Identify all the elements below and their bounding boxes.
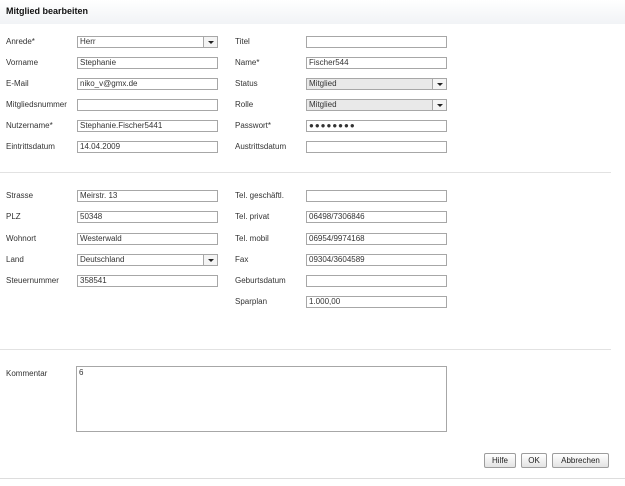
section-divider — [0, 349, 611, 350]
label-land: Land — [6, 255, 24, 264]
footer-divider — [0, 478, 625, 479]
strasse-field[interactable]: Meirstr. 13 — [77, 190, 218, 202]
chevron-down-icon[interactable] — [432, 100, 446, 110]
tel-mobil-field[interactable]: 06954/9974168 — [306, 233, 447, 245]
land-value: Deutschland — [80, 255, 125, 264]
label-strasse: Strasse — [6, 191, 34, 200]
label-kommentar: Kommentar — [6, 369, 48, 378]
label-email: E-Mail — [6, 79, 29, 88]
tel-geschaeftl-field[interactable] — [306, 190, 447, 202]
label-name: Name* — [235, 58, 260, 67]
chevron-down-icon[interactable] — [432, 79, 446, 89]
label-sparplan: Sparplan — [235, 297, 268, 306]
steuernummer-field[interactable]: 358541 — [77, 275, 218, 287]
label-vorname: Vorname — [6, 58, 39, 67]
email-field[interactable]: niko_v@gmx.de — [77, 78, 218, 90]
land-select[interactable]: Deutschland — [77, 254, 218, 266]
label-titel: Titel — [235, 37, 250, 46]
anrede-value: Herr — [80, 37, 96, 46]
geburtsdatum-field[interactable] — [306, 275, 447, 287]
label-nutzername: Nutzername* — [6, 121, 53, 130]
help-button[interactable]: Hilfe — [484, 453, 516, 468]
status-select[interactable]: Mitglied — [306, 78, 447, 90]
label-plz: PLZ — [6, 212, 21, 221]
section-divider — [0, 172, 611, 173]
fax-field[interactable]: 09304/3604589 — [306, 254, 447, 266]
vorname-field[interactable]: Stephanie — [77, 57, 218, 69]
label-anrede: Anrede* — [6, 37, 35, 46]
label-passwort: Passwort* — [235, 121, 272, 130]
label-tel-privat: Tel. privat — [235, 212, 270, 221]
chevron-down-icon[interactable] — [203, 37, 217, 47]
eintrittsdatum-field[interactable]: 14.04.2009 — [77, 141, 218, 153]
ok-button[interactable]: OK — [521, 453, 547, 468]
label-austrittsdatum: Austrittsdatum — [235, 142, 287, 151]
label-geburtsdatum: Geburtsdatum — [235, 276, 286, 285]
name-field[interactable]: Fischer544 — [306, 57, 447, 69]
cancel-button[interactable]: Abbrechen — [552, 453, 609, 468]
label-steuernummer: Steuernummer — [6, 276, 59, 285]
passwort-field[interactable]: ●●●●●●●● — [306, 120, 447, 132]
rolle-select[interactable]: Mitglied — [306, 99, 447, 111]
label-fax: Fax — [235, 255, 249, 264]
tel-privat-field[interactable]: 06498/7306846 — [306, 211, 447, 223]
rolle-value: Mitglied — [309, 100, 337, 109]
chevron-down-icon[interactable] — [203, 255, 217, 265]
titel-field[interactable] — [306, 36, 447, 48]
dialog-header: Mitglied bearbeiten — [0, 0, 625, 24]
wohnort-field[interactable]: Westerwald — [77, 233, 218, 245]
austrittsdatum-field[interactable] — [306, 141, 447, 153]
label-tel-geschaeftl: Tel. geschäftl. — [235, 191, 284, 200]
dialog-title: Mitglied bearbeiten — [6, 6, 89, 16]
label-mitgliedsnummer: Mitgliedsnummer — [6, 100, 67, 109]
sparplan-field[interactable]: 1.000,00 — [306, 296, 447, 308]
anrede-select[interactable]: Herr — [77, 36, 218, 48]
status-value: Mitglied — [309, 79, 337, 88]
label-tel-mobil: Tel. mobil — [235, 234, 269, 243]
nutzername-field[interactable]: Stephanie.Fischer5441 — [77, 120, 218, 132]
plz-field[interactable]: 50348 — [77, 211, 218, 223]
kommentar-textarea[interactable]: 6 — [76, 366, 447, 432]
label-wohnort: Wohnort — [6, 234, 37, 243]
label-eintrittsdatum: Eintrittsdatum — [6, 142, 55, 151]
label-status: Status — [235, 79, 258, 88]
label-rolle: Rolle — [235, 100, 254, 109]
mitgliedsnummer-field[interactable] — [77, 99, 218, 111]
